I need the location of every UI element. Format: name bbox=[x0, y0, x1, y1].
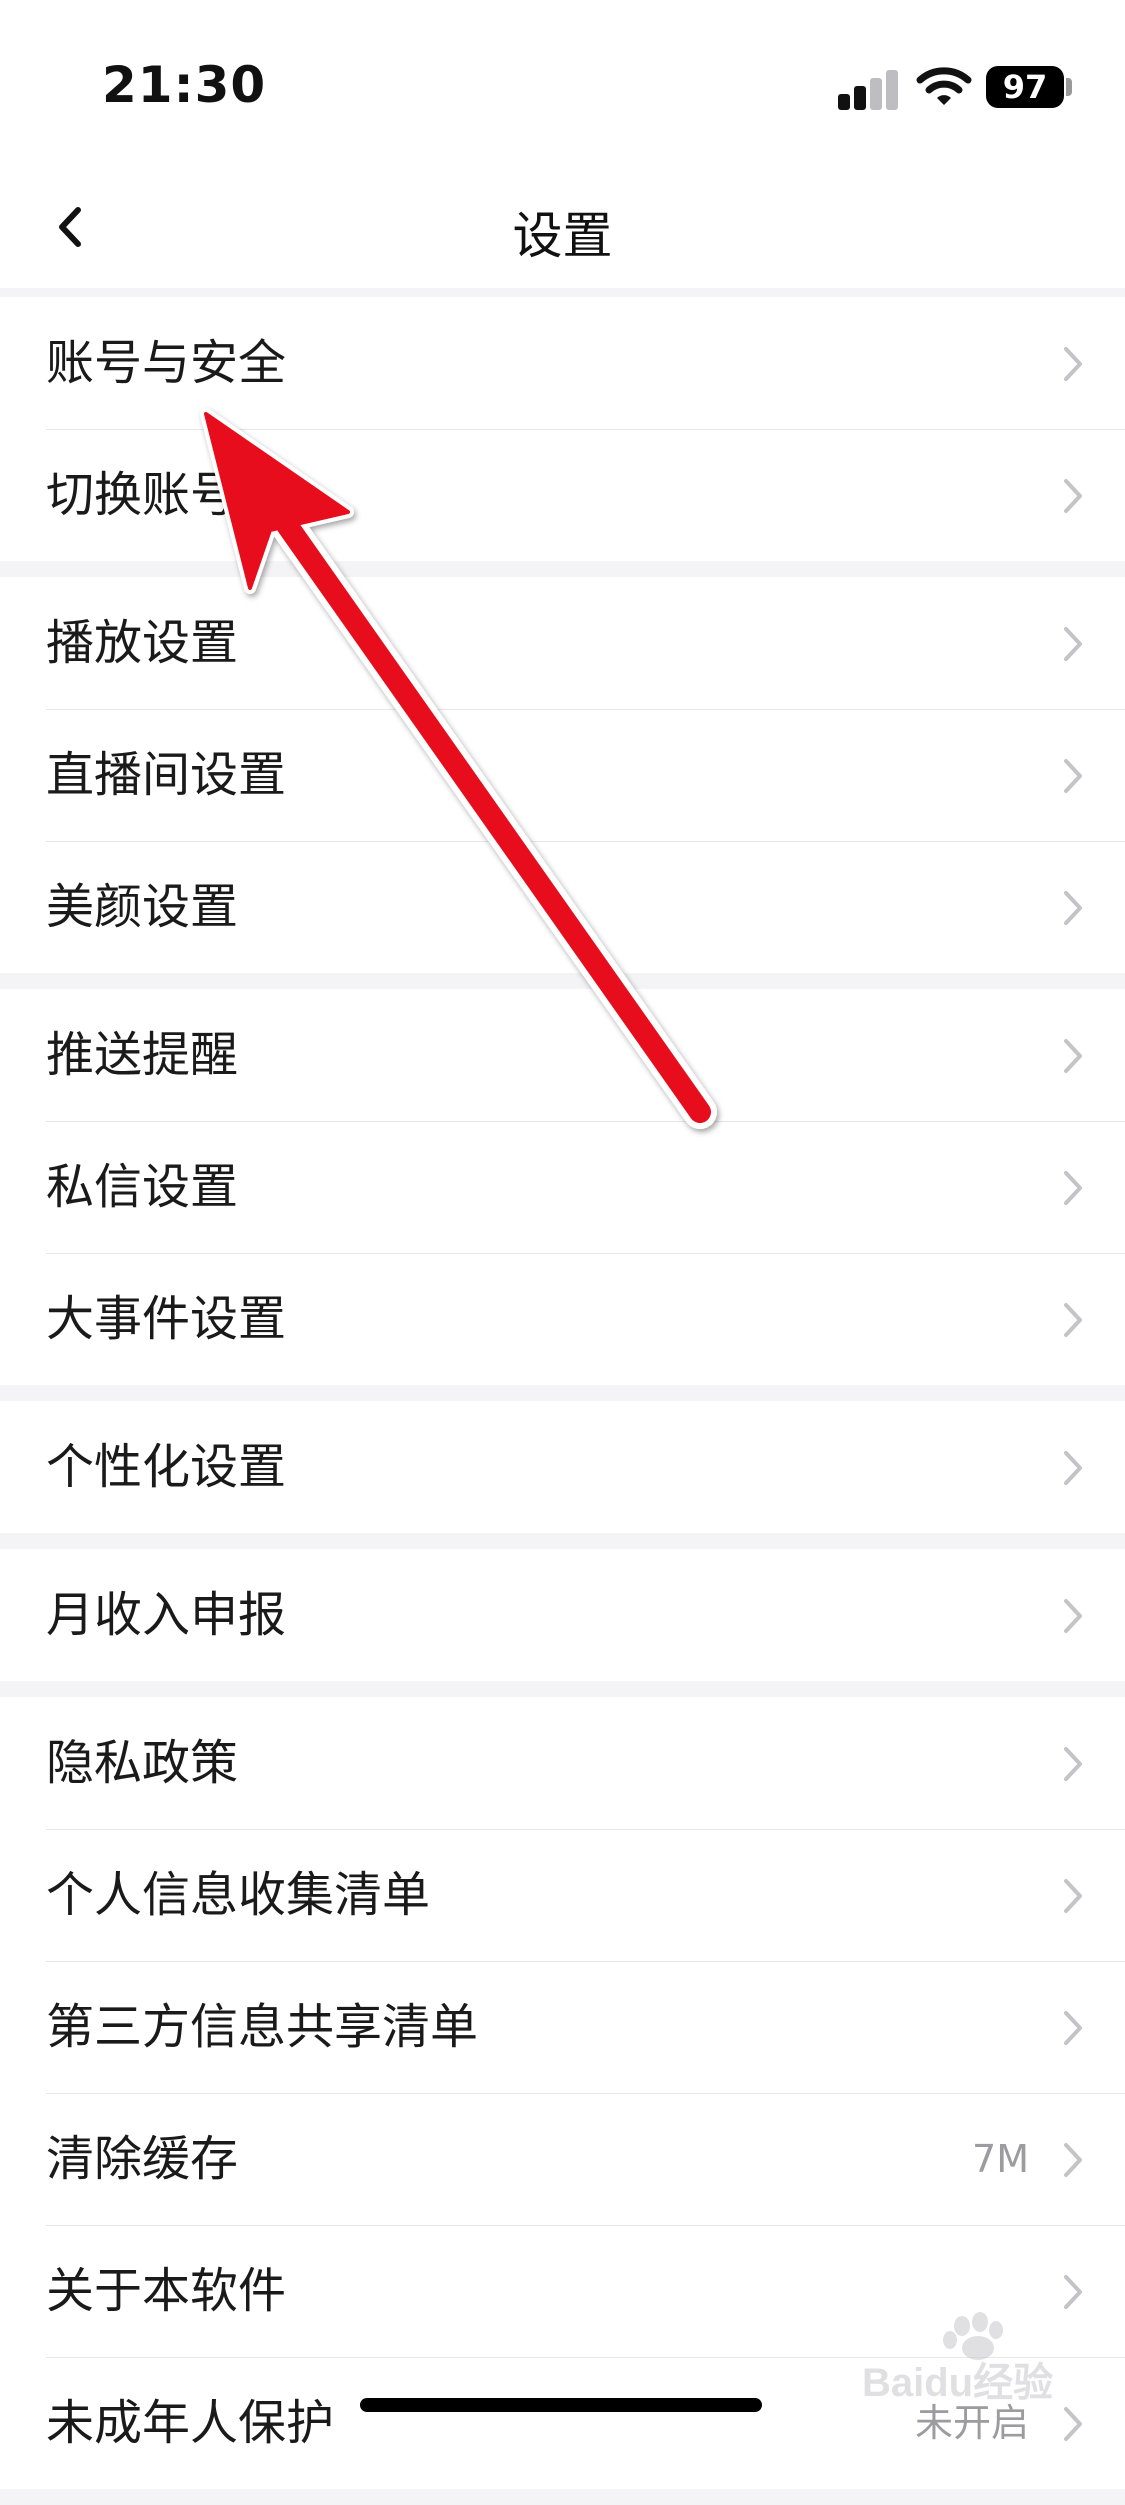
settings-row-label: 大事件设置 bbox=[46, 1291, 287, 1347]
settings-list: 账号与安全切换账号播放设置直播间设置美颜设置推送提醒私信设置大事件设置个性化设置… bbox=[0, 297, 1125, 2505]
status-time: 21:30 bbox=[102, 56, 267, 114]
settings-row[interactable]: 私信设置 bbox=[0, 1121, 1125, 1253]
chevron-right-icon bbox=[1064, 1747, 1082, 1781]
settings-row-label: 未成年人保护 bbox=[46, 2395, 335, 2451]
chevron-right-icon bbox=[1064, 2011, 1082, 2045]
chevron-right-icon bbox=[1064, 2143, 1082, 2177]
settings-row-label: 播放设置 bbox=[46, 615, 239, 671]
navigation-bar: 设置 bbox=[0, 170, 1125, 288]
chevron-right-icon bbox=[1064, 479, 1082, 513]
settings-row[interactable]: 账号与安全 bbox=[0, 297, 1125, 429]
chevron-right-icon bbox=[1064, 759, 1082, 793]
settings-group: 账号与安全 切换账号 bbox=[0, 297, 1125, 561]
chevron-right-icon bbox=[1064, 2407, 1082, 2441]
settings-row-value: 7M bbox=[972, 2137, 1029, 2181]
baidu-paw-icon: Baidu经验 bbox=[862, 2312, 1053, 2405]
settings-row-label: 切换账号 bbox=[46, 467, 239, 523]
home-indicator[interactable] bbox=[360, 2398, 762, 2412]
settings-group: 推送提醒私信设置大事件设置 bbox=[0, 989, 1125, 1385]
settings-row[interactable]: 大事件设置 bbox=[0, 1253, 1125, 1385]
settings-row-label: 私信设置 bbox=[46, 1159, 239, 1215]
settings-row[interactable]: 美颜设置 bbox=[0, 841, 1125, 973]
chevron-right-icon bbox=[1064, 891, 1082, 925]
settings-row[interactable]: 清除缓存 7M bbox=[0, 2093, 1125, 2225]
settings-row[interactable]: 切换账号 bbox=[0, 429, 1125, 561]
watermark-text: Baidu经验 bbox=[862, 2361, 1053, 2405]
chevron-right-icon bbox=[1064, 1171, 1082, 1205]
settings-row-label: 月收入申报 bbox=[46, 1587, 287, 1643]
chevron-right-icon bbox=[1064, 1451, 1082, 1485]
settings-group: 月收入申报 bbox=[0, 1549, 1125, 1681]
chevron-right-icon bbox=[1064, 627, 1082, 661]
settings-row[interactable]: 直播间设置 bbox=[0, 709, 1125, 841]
battery-cap bbox=[1066, 78, 1072, 96]
settings-row-label: 关于本软件 bbox=[46, 2263, 287, 2319]
cellular-signal-icon bbox=[838, 66, 900, 110]
chevron-right-icon bbox=[1064, 1039, 1082, 1073]
settings-row-label: 第三方信息共享清单 bbox=[46, 1999, 479, 2055]
settings-group: 播放设置直播间设置美颜设置 bbox=[0, 577, 1125, 973]
settings-row[interactable]: 月收入申报 bbox=[0, 1549, 1125, 1681]
battery-icon: 97 bbox=[986, 66, 1064, 108]
settings-row-label: 隐私政策 bbox=[46, 1735, 239, 1791]
settings-row[interactable]: 推送提醒 bbox=[0, 989, 1125, 1121]
settings-row-label: 清除缓存 bbox=[46, 2131, 239, 2187]
wifi-icon bbox=[916, 67, 972, 105]
settings-row-label: 推送提醒 bbox=[46, 1027, 239, 1083]
chevron-right-icon bbox=[1064, 347, 1082, 381]
settings-row-label: 账号与安全 bbox=[46, 335, 287, 391]
settings-row-label: 个性化设置 bbox=[46, 1439, 287, 1495]
page-title: 设置 bbox=[512, 207, 613, 265]
settings-row[interactable]: 隐私政策 bbox=[0, 1697, 1125, 1829]
settings-row[interactable]: 个性化设置 bbox=[0, 1401, 1125, 1533]
chevron-right-icon bbox=[1064, 1599, 1082, 1633]
status-bar: 21:30 97 bbox=[0, 0, 1125, 170]
chevron-right-icon bbox=[1064, 2275, 1082, 2309]
settings-row-label: 直播间设置 bbox=[46, 747, 287, 803]
settings-group: 个性化设置 bbox=[0, 1401, 1125, 1533]
chevron-right-icon bbox=[1064, 1879, 1082, 1913]
settings-row-label: 个人信息收集清单 bbox=[46, 1867, 431, 1923]
settings-row[interactable]: 个人信息收集清单 bbox=[0, 1829, 1125, 1961]
chevron-right-icon bbox=[1064, 1303, 1082, 1337]
settings-row-label: 美颜设置 bbox=[46, 879, 239, 935]
settings-row[interactable]: 播放设置 bbox=[0, 577, 1125, 709]
settings-row[interactable]: 第三方信息共享清单 bbox=[0, 1961, 1125, 2093]
